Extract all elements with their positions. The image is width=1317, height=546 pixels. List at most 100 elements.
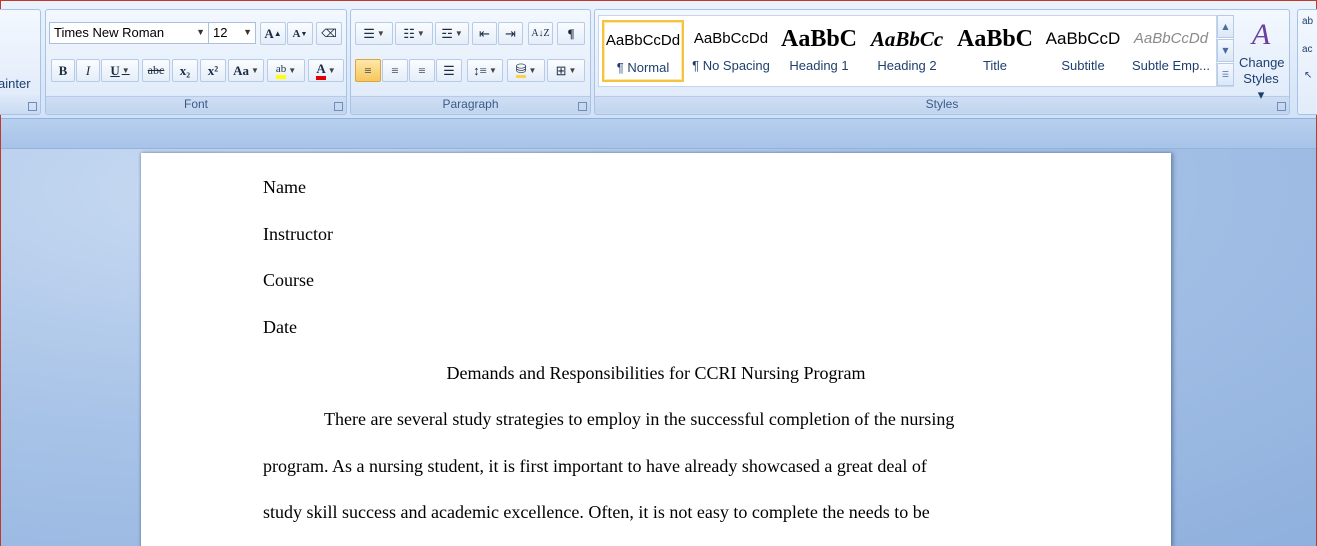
- doc-line-instructor: Instructor: [263, 224, 333, 244]
- align-center-button[interactable]: ≡: [382, 59, 408, 82]
- doc-body-line: program. As a nursing student, it is fir…: [263, 456, 927, 476]
- line-spacing-button[interactable]: ↕≡ ▼: [467, 59, 503, 82]
- align-center-icon: ≡: [391, 62, 399, 78]
- shading-button[interactable]: ⛁ ▼: [507, 59, 545, 82]
- increase-indent-button[interactable]: ⇥: [498, 22, 523, 45]
- chevron-down-icon[interactable]: ▼: [243, 24, 252, 40]
- style-sample: AaBbCcDd: [1133, 30, 1209, 47]
- highlighter-icon: ab: [275, 63, 287, 79]
- grow-font-icon: A: [264, 25, 274, 41]
- underline-button[interactable]: U ▼: [101, 59, 139, 82]
- style-sample: AaBbC: [780, 26, 858, 52]
- change-styles-icon: A: [1251, 18, 1271, 51]
- paragraph-group-label: Paragraph: [351, 96, 590, 113]
- doc-line-course: Course: [263, 270, 314, 290]
- font-group-label: Font: [46, 96, 346, 113]
- borders-button[interactable]: ⊞ ▼: [547, 59, 585, 82]
- change-case-button[interactable]: Aa ▼: [228, 59, 264, 82]
- ruler-area: [1, 119, 1316, 149]
- style-sample: AaBbCcD: [1045, 29, 1121, 48]
- justify-button[interactable]: ☰: [436, 59, 462, 82]
- font-color-icon: A: [316, 61, 326, 80]
- style-title[interactable]: AaBbC Title: [954, 20, 1036, 82]
- chevron-down-icon[interactable]: ▼: [196, 24, 205, 40]
- document-page[interactable]: Name Instructor Course Date Demands and …: [141, 153, 1171, 546]
- decrease-indent-icon: ⇤: [479, 25, 490, 41]
- numbering-icon: ☷: [403, 25, 415, 41]
- font-name-value: Times New Roman: [54, 25, 165, 40]
- select-arrow-icon[interactable]: ↖: [1304, 70, 1312, 81]
- italic-button[interactable]: I: [76, 59, 100, 82]
- numbering-button[interactable]: ☷ ▼: [395, 22, 433, 45]
- style-label: Subtitle: [1061, 58, 1105, 73]
- quick-styles-gallery: AaBbCcDd ¶ Normal AaBbCcDd ¶ No Spacing …: [598, 15, 1234, 87]
- strikethrough-button[interactable]: abc: [142, 59, 170, 82]
- decrease-indent-button[interactable]: ⇤: [472, 22, 497, 45]
- find-icon[interactable]: ab: [1302, 16, 1313, 27]
- font-size-value: 12: [213, 25, 228, 40]
- superscript-button[interactable]: x²: [200, 59, 226, 82]
- change-case-icon: Aa: [233, 62, 249, 78]
- font-name-combobox[interactable]: Times New Roman ▼: [49, 22, 209, 44]
- style-no-spacing[interactable]: AaBbCcDd ¶ No Spacing: [690, 20, 772, 82]
- font-launcher-icon[interactable]: [334, 102, 343, 111]
- bold-button[interactable]: B: [51, 59, 75, 82]
- align-left-button[interactable]: ≡: [355, 59, 381, 82]
- show-marks-button[interactable]: ¶: [557, 22, 585, 45]
- pilcrow-icon: ¶: [567, 25, 575, 41]
- replace-icon[interactable]: ac: [1302, 44, 1313, 55]
- paint-bucket-icon: ⛁: [515, 61, 527, 78]
- style-label: ¶ No Spacing: [692, 58, 770, 73]
- styles-group-label: Styles: [595, 96, 1289, 113]
- style-heading-1[interactable]: AaBbC Heading 1: [778, 20, 860, 82]
- doc-line-name: Name: [263, 177, 306, 197]
- style-label: Title: [982, 58, 1008, 73]
- editing-group: ab ac ↖: [1297, 9, 1317, 115]
- align-right-icon: ≡: [418, 62, 426, 78]
- doc-title: Demands and Responsibilities for CCRI Nu…: [446, 363, 866, 383]
- highlight-button[interactable]: ab ▼: [267, 59, 305, 82]
- border-grid-icon: ⊞: [555, 62, 567, 78]
- shrink-font-button[interactable]: A ▼: [287, 22, 313, 45]
- style-subtle-emphasis[interactable]: AaBbCcDd Subtle Emp...: [1130, 20, 1212, 82]
- change-styles-button[interactable]: A Change Styles ▾: [1239, 15, 1285, 102]
- ribbon: ainter Times New Roman ▼ 12 ▼ A ▲ A ▼ ⌫ B …: [0, 1, 1317, 119]
- align-right-button[interactable]: ≡: [409, 59, 435, 82]
- bullets-button[interactable]: ☰ ▼: [355, 22, 393, 45]
- style-normal[interactable]: AaBbCcDd ¶ Normal: [602, 20, 684, 82]
- style-label: ¶ Normal: [616, 60, 670, 75]
- clipboard-group: ainter: [0, 9, 41, 115]
- scroll-up-icon[interactable]: ▲: [1217, 15, 1234, 38]
- font-color-button[interactable]: A ▼: [308, 59, 344, 82]
- gallery-more-icon[interactable]: ☰: [1217, 63, 1234, 86]
- subscript-button[interactable]: x₂: [172, 59, 198, 82]
- multilevel-list-button[interactable]: ☲ ▼: [435, 22, 469, 45]
- gallery-scrollbar[interactable]: ▲ ▼ ☰: [1216, 15, 1234, 87]
- paragraph-launcher-icon[interactable]: [578, 102, 587, 111]
- eraser-icon: ⌫: [321, 28, 337, 40]
- underline-icon: U: [110, 62, 120, 78]
- clear-formatting-button[interactable]: ⌫: [316, 22, 342, 45]
- strikethrough-icon: abc: [147, 63, 165, 77]
- style-sample: AaBbC: [956, 26, 1034, 52]
- bullets-icon: ☰: [363, 25, 375, 41]
- increase-indent-icon: ⇥: [505, 25, 516, 41]
- change-styles-label: Change: [1239, 55, 1285, 70]
- shrink-font-icon: A: [292, 27, 301, 40]
- line-spacing-icon: ↕≡: [473, 62, 487, 78]
- style-sample: AaBbCc: [870, 27, 944, 51]
- style-label: Subtle Emp...: [1131, 58, 1211, 73]
- paragraph-group: ☰ ▼ ☷ ▼ ☲ ▼ ⇤ ⇥ A↓Z ¶ ≡ ≡ ≡ ☰ ↕≡ ▼ ⛁ ▼ ⊞…: [350, 9, 591, 115]
- scroll-down-icon[interactable]: ▼: [1217, 39, 1234, 62]
- format-painter-label[interactable]: ainter: [0, 76, 31, 91]
- style-subtitle[interactable]: AaBbCcD Subtitle: [1042, 20, 1124, 82]
- superscript-icon: x²: [207, 62, 219, 78]
- sort-button[interactable]: A↓Z: [528, 22, 553, 45]
- clipboard-launcher-icon[interactable]: [28, 102, 37, 111]
- styles-launcher-icon[interactable]: [1277, 102, 1286, 111]
- grow-font-button[interactable]: A ▲: [260, 22, 286, 45]
- change-styles-label-2: Styles ▾: [1243, 71, 1279, 102]
- font-size-combobox[interactable]: 12 ▼: [208, 22, 256, 44]
- style-heading-2[interactable]: AaBbCc Heading 2: [866, 20, 948, 82]
- subscript-icon: x₂: [179, 62, 191, 78]
